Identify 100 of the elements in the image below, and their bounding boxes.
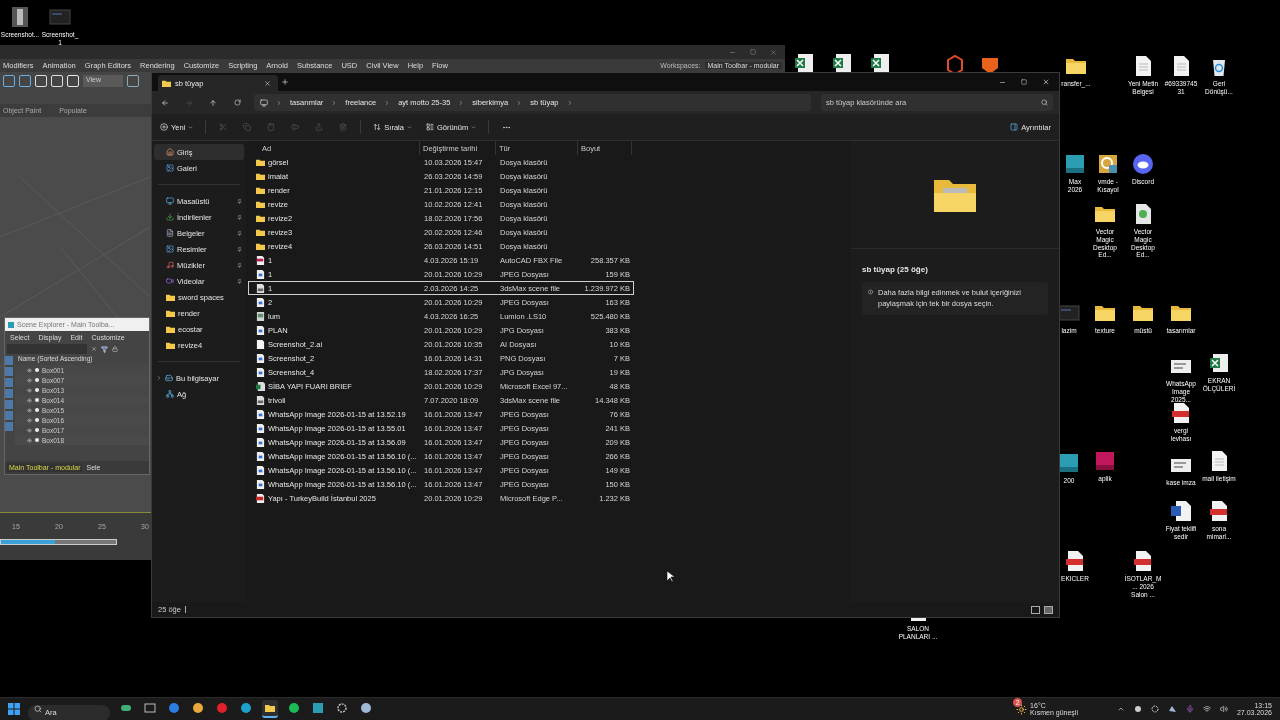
image-file-icon bbox=[256, 269, 265, 279]
caret-icon bbox=[471, 124, 477, 130]
eye-icon[interactable] bbox=[27, 397, 32, 403]
weather-icon bbox=[1016, 703, 1028, 715]
folder-icon bbox=[162, 78, 171, 88]
app-icon bbox=[1094, 450, 1116, 472]
pin-icon bbox=[237, 214, 242, 220]
word-file-icon bbox=[1170, 500, 1192, 522]
microphone-icon[interactable] bbox=[1185, 705, 1194, 713]
image-file-icon bbox=[256, 325, 265, 335]
image-file-icon bbox=[256, 409, 265, 419]
close-icon[interactable] bbox=[770, 48, 777, 56]
list-icon bbox=[425, 123, 434, 131]
pdf-file-icon bbox=[1064, 550, 1086, 572]
fbx-file-icon bbox=[256, 255, 265, 265]
app-icon bbox=[8, 321, 14, 328]
eye-icon[interactable] bbox=[27, 427, 32, 433]
pdf-file-icon bbox=[1170, 402, 1192, 424]
eye-icon[interactable] bbox=[27, 377, 32, 383]
refresh-icon bbox=[233, 99, 241, 106]
dot-icon bbox=[35, 368, 39, 372]
lumion-file-icon bbox=[256, 311, 265, 321]
browser-icon bbox=[240, 702, 252, 714]
tool-icon[interactable] bbox=[127, 75, 139, 87]
trash-icon bbox=[339, 123, 348, 131]
mouse-cursor-icon bbox=[667, 571, 675, 582]
details-title: sb tüyap (25 öğe) bbox=[862, 265, 929, 274]
info-icon bbox=[868, 288, 874, 296]
spreadsheet-file-icon bbox=[831, 52, 853, 74]
pin-icon bbox=[237, 278, 242, 284]
panel-icon bbox=[1010, 123, 1019, 131]
music-app-icon bbox=[288, 702, 300, 714]
eye-icon[interactable] bbox=[27, 437, 32, 443]
arrow-up-icon bbox=[209, 98, 217, 107]
dot-icon bbox=[35, 378, 39, 382]
pin-icon bbox=[237, 262, 242, 268]
filter-icon[interactable] bbox=[101, 345, 108, 353]
caret-icon bbox=[406, 124, 412, 130]
dot-icon bbox=[35, 418, 39, 422]
arrow-left-icon bbox=[161, 98, 169, 107]
network-icon[interactable] bbox=[1202, 705, 1211, 713]
gear-icon bbox=[336, 702, 348, 714]
image-thumbnail-icon bbox=[49, 6, 71, 28]
tray-overflow-icon[interactable] bbox=[1116, 705, 1125, 713]
dot-icon bbox=[35, 428, 39, 432]
pdf-file-icon bbox=[1132, 550, 1154, 572]
computer-icon bbox=[165, 374, 173, 382]
spreadsheet-file-icon bbox=[256, 381, 265, 391]
clipboard-icon bbox=[267, 123, 276, 131]
spreadsheet-file-icon bbox=[869, 52, 891, 74]
chevron-icon bbox=[566, 99, 573, 106]
monitor-icon bbox=[260, 98, 268, 107]
image-file-icon bbox=[256, 479, 265, 489]
search-icon bbox=[34, 705, 42, 713]
eye-icon[interactable] bbox=[27, 417, 32, 423]
lock-icon[interactable] bbox=[112, 346, 118, 352]
document-icon bbox=[256, 339, 265, 349]
mail-icon bbox=[168, 702, 180, 714]
tool-icon[interactable] bbox=[3, 75, 15, 87]
sort-icon bbox=[373, 123, 382, 131]
tool-icon[interactable] bbox=[19, 75, 31, 87]
chat-app-icon bbox=[1132, 153, 1154, 175]
chevron-icon bbox=[458, 99, 465, 106]
image-file-icon bbox=[256, 437, 265, 447]
share-icon bbox=[315, 123, 324, 131]
caret-icon bbox=[188, 124, 194, 130]
image-thumbnail-icon bbox=[9, 6, 31, 28]
chevron-icon bbox=[516, 99, 523, 106]
arrow-right-icon bbox=[185, 98, 193, 107]
expand-icon[interactable] bbox=[156, 375, 162, 381]
details-view-button[interactable] bbox=[1031, 605, 1040, 614]
volume-icon[interactable] bbox=[1219, 705, 1228, 713]
game-store-icon bbox=[360, 702, 372, 714]
browser-icon bbox=[216, 702, 228, 714]
maximize-icon[interactable] bbox=[750, 49, 756, 55]
assistant-icon bbox=[120, 702, 132, 714]
image-file-icon bbox=[256, 353, 265, 363]
desktop-icon bbox=[166, 197, 174, 205]
start-icon[interactable] bbox=[8, 703, 20, 715]
chevron-icon bbox=[276, 99, 282, 106]
dot-icon bbox=[35, 408, 39, 412]
eye-icon[interactable] bbox=[27, 367, 32, 373]
spreadsheet-file-icon bbox=[1208, 352, 1230, 374]
eye-icon[interactable] bbox=[27, 387, 32, 393]
pin-icon bbox=[237, 230, 242, 236]
gallery-icon bbox=[166, 164, 174, 172]
task-view-icon bbox=[144, 702, 156, 714]
eye-icon[interactable] bbox=[27, 407, 32, 413]
app-icon bbox=[1064, 153, 1086, 175]
document-icon bbox=[166, 229, 174, 237]
time-slider[interactable] bbox=[0, 539, 117, 545]
network-icon bbox=[166, 390, 174, 398]
rename-icon bbox=[291, 123, 300, 131]
music-icon bbox=[166, 261, 174, 269]
tiles-view-button[interactable] bbox=[1044, 605, 1053, 614]
app-icon bbox=[312, 702, 324, 714]
clear-icon[interactable] bbox=[91, 346, 97, 352]
plus-icon bbox=[160, 123, 168, 131]
scene-file-icon bbox=[256, 283, 265, 293]
taskbar-app-button[interactable] bbox=[262, 700, 278, 718]
